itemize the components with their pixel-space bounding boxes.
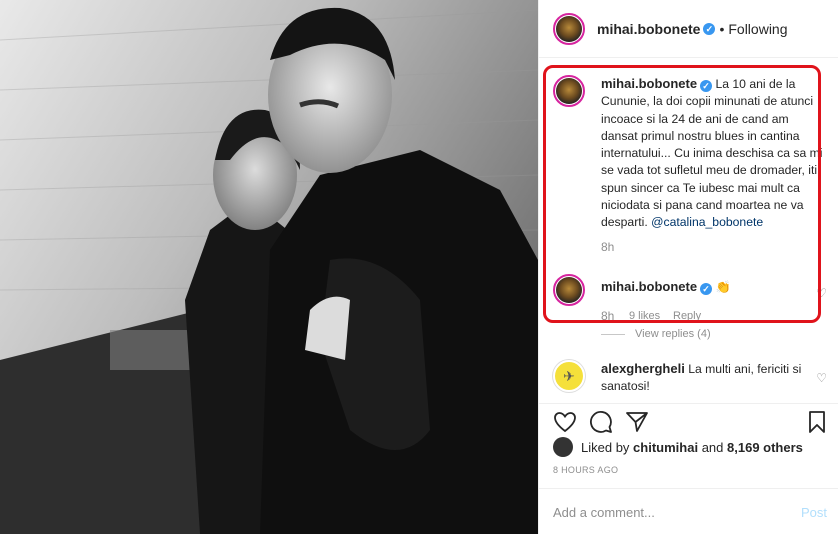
comment-row: mihai.bobonete ✓ 👏 <box>553 274 825 306</box>
add-comment-bar: Add a comment... Post <box>539 488 838 534</box>
commenter-avatar[interactable]: ✈ <box>553 360 585 392</box>
comment-icon[interactable] <box>589 410 613 434</box>
verified-badge-icon: ✓ <box>700 80 713 92</box>
post-comment-button[interactable]: Post <box>801 505 827 520</box>
replies-divider <box>601 333 625 335</box>
likes-prefix: Liked by <box>581 439 630 455</box>
following-button[interactable]: Following <box>728 21 787 37</box>
separator: • <box>719 20 725 37</box>
caption-comment: mihai.bobonete ✓ La 10 ani de la Cununie,… <box>553 75 825 254</box>
comment-time[interactable]: 8h <box>601 309 614 323</box>
caption-avatar[interactable] <box>553 75 585 107</box>
view-replies-label: View replies (4) <box>635 328 711 340</box>
liker-username[interactable]: chitumihai <box>633 440 698 455</box>
liker-avatar[interactable] <box>553 437 573 457</box>
post-photo-image <box>0 0 538 534</box>
post-sidebar: mihai.bobonete ✓ • Following mihai.bobon… <box>538 0 838 534</box>
verified-badge-icon: ✓ <box>703 22 716 35</box>
likes-summary: Liked by chitumihai and 8,169 others <box>553 437 803 457</box>
verified-badge-icon: ✓ <box>700 283 713 295</box>
comment-avatar[interactable] <box>553 274 585 306</box>
comment-likes[interactable]: 9 likes <box>629 310 660 322</box>
share-icon[interactable] <box>625 410 649 434</box>
caption-time[interactable]: 8h <box>601 240 825 254</box>
add-comment-input[interactable]: Add a comment... <box>553 505 655 520</box>
author-username[interactable]: mihai.bobonete <box>597 21 700 37</box>
likes-and: and <box>701 439 724 455</box>
heart-icon[interactable] <box>553 410 577 434</box>
likes-others-link[interactable]: 8,169 others <box>727 440 803 455</box>
comment-username[interactable]: mihai.bobonete <box>601 279 697 294</box>
caption-mention[interactable]: @catalina_bobonete <box>651 215 763 229</box>
comment-reply-button[interactable]: Reply <box>673 310 701 322</box>
view-replies-button[interactable]: View replies (4) <box>601 328 711 340</box>
bookmark-icon[interactable] <box>805 410 829 434</box>
caption-text: La 10 ani de la Cununie, la doi copii mi… <box>601 77 823 230</box>
post-header: mihai.bobonete ✓ • Following <box>539 0 838 58</box>
comment-emoji: 👏 <box>715 280 731 294</box>
post-timestamp[interactable]: 8 HOURS AGO <box>553 465 618 475</box>
post-photo[interactable] <box>0 0 538 534</box>
comment-row: ✈ alexghergheli La multi ani, fericiti s… <box>553 360 825 396</box>
caption-username[interactable]: mihai.bobonete <box>601 76 697 91</box>
comments-section: mihai.bobonete ✓ La 10 ani de la Cununie,… <box>539 58 838 403</box>
comment-like-heart-icon[interactable]: ♡ <box>816 286 827 300</box>
commenter-username[interactable]: alexghergheli <box>601 361 685 376</box>
comment-like-heart-icon[interactable]: ♡ <box>816 371 827 385</box>
author-avatar[interactable] <box>553 12 585 45</box>
